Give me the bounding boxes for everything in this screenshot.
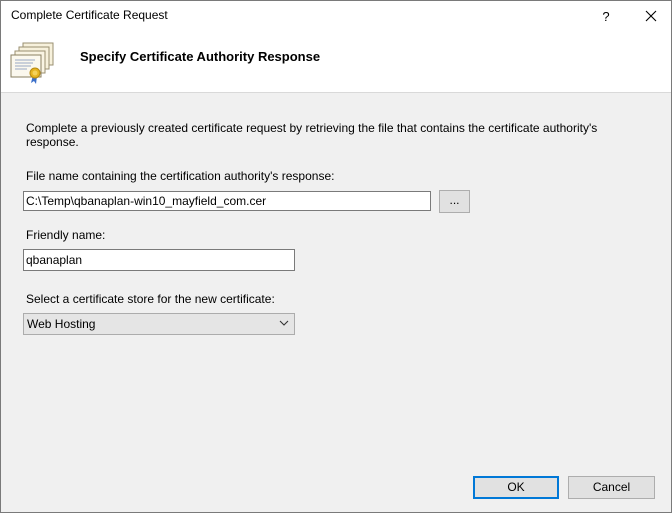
ok-button[interactable]: OK xyxy=(473,476,559,499)
certificate-store-value: Web Hosting xyxy=(27,317,96,331)
friendly-name-input[interactable] xyxy=(23,249,295,271)
certificate-store-label: Select a certificate store for the new c… xyxy=(26,292,275,306)
browse-button[interactable]: ... xyxy=(439,190,470,213)
chevron-down-icon xyxy=(279,320,289,326)
help-button[interactable]: ? xyxy=(591,1,621,31)
description-text: Complete a previously created certificat… xyxy=(26,121,598,149)
title-bar: Complete Certificate Request ? xyxy=(1,1,671,31)
page-title: Specify Certificate Authority Response xyxy=(80,49,321,64)
wizard-header: Specify Certificate Authority Response xyxy=(1,31,671,93)
dialog-window: Complete Certificate Request ? Specify C… xyxy=(0,0,672,513)
close-button[interactable] xyxy=(631,1,671,31)
close-icon xyxy=(645,10,657,22)
certificate-icon xyxy=(10,42,54,84)
window-title: Complete Certificate Request xyxy=(11,8,168,22)
certificate-store-select[interactable]: Web Hosting xyxy=(23,313,295,335)
friendly-name-label: Friendly name: xyxy=(26,228,106,242)
file-name-input[interactable] xyxy=(23,191,431,211)
file-name-label: File name containing the certification a… xyxy=(26,169,335,183)
cancel-button[interactable]: Cancel xyxy=(568,476,655,499)
